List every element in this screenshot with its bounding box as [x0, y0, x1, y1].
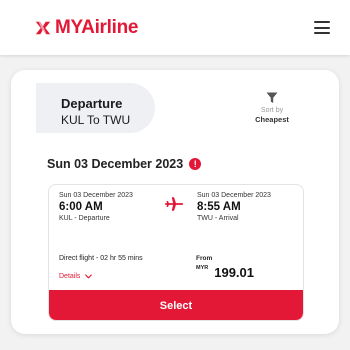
arrival-time: 8:55 AM: [197, 201, 241, 213]
arrival-segment: Sun 03 December 2023 8:55 AM TWU - Arriv…: [197, 192, 271, 222]
logo-text: MYAirline: [55, 17, 139, 38]
from-label: From: [196, 255, 213, 262]
departure-label: KUL - Departure: [59, 215, 110, 222]
arrival-label: TWU - Arrival: [197, 215, 239, 222]
price: MYR 199.01: [196, 264, 254, 280]
flight-results-card: Departure KUL To TWU Sort by Cheapest Su…: [11, 70, 339, 334]
departure-segment: Sun 03 December 2023 6:00 AM KUL - Depar…: [59, 192, 133, 222]
sort-value: Cheapest: [255, 115, 289, 124]
sort-control[interactable]: Sort by Cheapest: [247, 92, 297, 124]
flight-option-card[interactable]: Sun 03 December 2023 6:00 AM KUL - Depar…: [48, 184, 304, 321]
details-toggle[interactable]: Details: [59, 273, 93, 280]
flight-duration: Direct flight - 02 hr 55 mins: [59, 255, 143, 262]
sort-by-label: Sort by: [260, 107, 284, 114]
hamburger-menu-icon[interactable]: [314, 21, 330, 34]
route-text: KUL To TWU: [61, 113, 131, 127]
date-header-text: Sun 03 December 2023: [47, 157, 184, 171]
departure-pill[interactable]: Departure KUL To TWU: [36, 83, 155, 133]
plane-icon: [165, 197, 183, 211]
date-header: Sun 03 December 2023 !: [47, 157, 202, 171]
departure-title: Departure: [61, 96, 123, 111]
chevron-down-icon: [85, 274, 93, 279]
price-value: 199.01: [214, 265, 254, 280]
airline-logo[interactable]: MYAirline: [34, 16, 138, 40]
details-label: Details: [59, 273, 81, 280]
info-icon[interactable]: !: [189, 158, 202, 170]
airline-logo-mark-icon: [35, 21, 51, 35]
top-bar: MYAirline: [0, 0, 350, 55]
departure-time: 6:00 AM: [59, 201, 103, 213]
currency-label: MYR: [196, 265, 209, 271]
filter-funnel-icon: [266, 92, 278, 103]
select-button[interactable]: Select: [49, 290, 303, 320]
arrival-date: Sun 03 December 2023: [197, 192, 271, 199]
departure-date: Sun 03 December 2023: [59, 192, 133, 199]
